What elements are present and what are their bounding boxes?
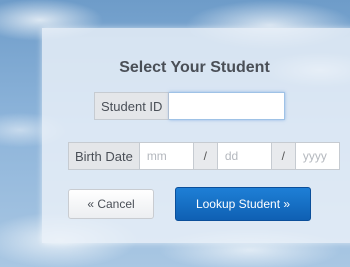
student-id-group: Student ID	[94, 92, 286, 120]
birth-date-group: Birth Date / /	[68, 142, 340, 170]
student-lookup-panel: Select Your Student Student ID Birth Dat…	[42, 28, 350, 243]
lookup-student-button[interactable]: Lookup Student »	[175, 187, 311, 221]
student-id-input[interactable]	[169, 92, 286, 120]
date-separator: /	[193, 142, 218, 170]
birth-day-input[interactable]	[217, 142, 272, 170]
birth-year-input[interactable]	[295, 142, 340, 170]
birth-date-label: Birth Date	[68, 142, 140, 170]
form-title: Select Your Student	[119, 59, 270, 76]
cancel-button[interactable]: « Cancel	[68, 189, 154, 219]
date-separator: /	[271, 142, 296, 170]
student-id-label: Student ID	[94, 92, 170, 120]
birth-month-input[interactable]	[139, 142, 194, 170]
